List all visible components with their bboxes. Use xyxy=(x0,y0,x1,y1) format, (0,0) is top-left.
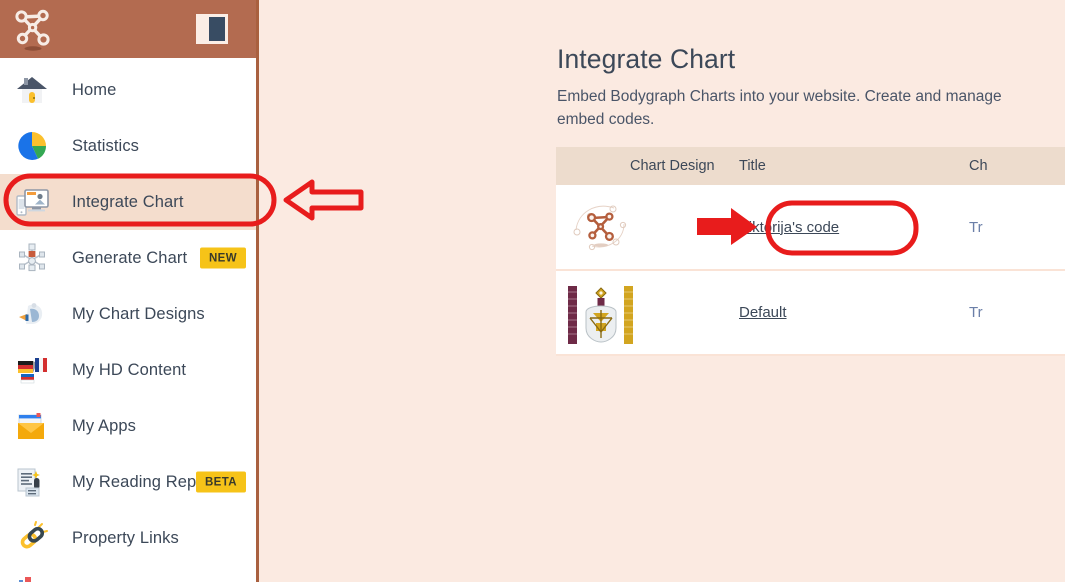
status-badge-beta: BETA xyxy=(195,471,246,493)
bodygraph-logo-icon[interactable] xyxy=(10,5,56,53)
envelope-app-icon xyxy=(14,408,50,444)
table-header-row: Chart Design Title Ch xyxy=(556,147,1065,185)
sidebar-item-statistics[interactable]: Statistics xyxy=(0,118,256,174)
sidebar-item-property-links[interactable]: Property Links xyxy=(0,510,256,566)
embed-title-link[interactable]: Viktorija's code xyxy=(739,219,839,236)
sidebar-item-label: Home xyxy=(72,80,117,99)
sidebar-item-my-apps[interactable]: My Apps xyxy=(0,398,256,454)
sidebar-item-integrate-chart[interactable]: Integrate Chart xyxy=(0,174,256,230)
page-title: Integrate Chart xyxy=(557,44,736,74)
sidebar-item-home[interactable]: Home xyxy=(0,62,256,118)
chart-designs-icon xyxy=(14,296,50,332)
sidebar-item-my-reading-reports[interactable]: My Reading Reports BETA xyxy=(0,454,256,510)
sidebar-item-my-hd-content[interactable]: My HD Content xyxy=(0,342,256,398)
chart-type-value: Tr xyxy=(969,304,983,321)
panel-collapse-bar xyxy=(209,17,225,41)
table-row: Viktorija's code Tr xyxy=(556,185,1065,271)
sidebar-header xyxy=(0,0,256,58)
sidebar-item-label: Statistics xyxy=(72,136,140,155)
integrate-chart-icon xyxy=(14,184,50,220)
cell-title: Viktorija's code xyxy=(729,185,959,271)
cell-title: Default xyxy=(729,270,959,356)
bodygraph-sketch-thumbnail[interactable] xyxy=(566,196,636,258)
sidebar-nav: Home Statistics Integrate Chart Generate… xyxy=(0,58,256,582)
column-header-chart-design: Chart Design xyxy=(556,147,729,185)
sidebar-item-label: My Chart Designs xyxy=(72,304,205,323)
bodygraph-default-thumbnail[interactable] xyxy=(566,282,636,344)
link-chain-icon xyxy=(14,520,50,556)
sidebar-item-my-chart-designs[interactable]: My Chart Designs xyxy=(0,286,256,342)
main-content: Integrate Chart Embed Bodygraph Charts i… xyxy=(259,0,1065,582)
embed-codes-table: Chart Design Title Ch Viktorija's code T… xyxy=(556,147,1065,356)
chart-type-value: Tr xyxy=(969,218,983,236)
app-root: Home Statistics Integrate Chart Generate… xyxy=(0,0,1065,582)
generate-chart-icon xyxy=(14,240,50,276)
sidebar-item-partial[interactable] xyxy=(0,566,256,582)
partial-icon xyxy=(19,577,31,582)
cell-chart-design xyxy=(556,270,729,356)
home-icon xyxy=(14,72,50,108)
column-header-chart-type: Ch xyxy=(959,147,1065,185)
sidebar: Home Statistics Integrate Chart Generate… xyxy=(0,0,259,582)
sidebar-item-label: My Apps xyxy=(72,416,136,435)
sidebar-item-label: Property Links xyxy=(72,528,179,547)
column-header-title: Title xyxy=(729,147,959,185)
cell-chart-type: Tr xyxy=(959,185,1065,271)
pie-chart-icon xyxy=(14,128,50,164)
cell-chart-type: Tr xyxy=(959,270,1065,356)
reading-report-icon xyxy=(14,464,50,500)
sidebar-item-label: Generate Chart xyxy=(72,248,188,267)
embed-title-link[interactable]: Default xyxy=(739,304,787,321)
page-subtitle: Embed Bodygraph Charts into your website… xyxy=(557,88,1002,128)
flags-icon xyxy=(14,352,50,388)
status-badge-new: NEW xyxy=(199,247,246,269)
cell-chart-design xyxy=(556,185,729,271)
table-row: Default Tr xyxy=(556,270,1065,356)
sidebar-item-label: Integrate Chart xyxy=(72,192,184,211)
sidebar-item-generate-chart[interactable]: Generate Chart NEW xyxy=(0,230,256,286)
sidebar-item-label: My HD Content xyxy=(72,360,187,379)
panel-collapse-icon[interactable] xyxy=(196,14,228,44)
